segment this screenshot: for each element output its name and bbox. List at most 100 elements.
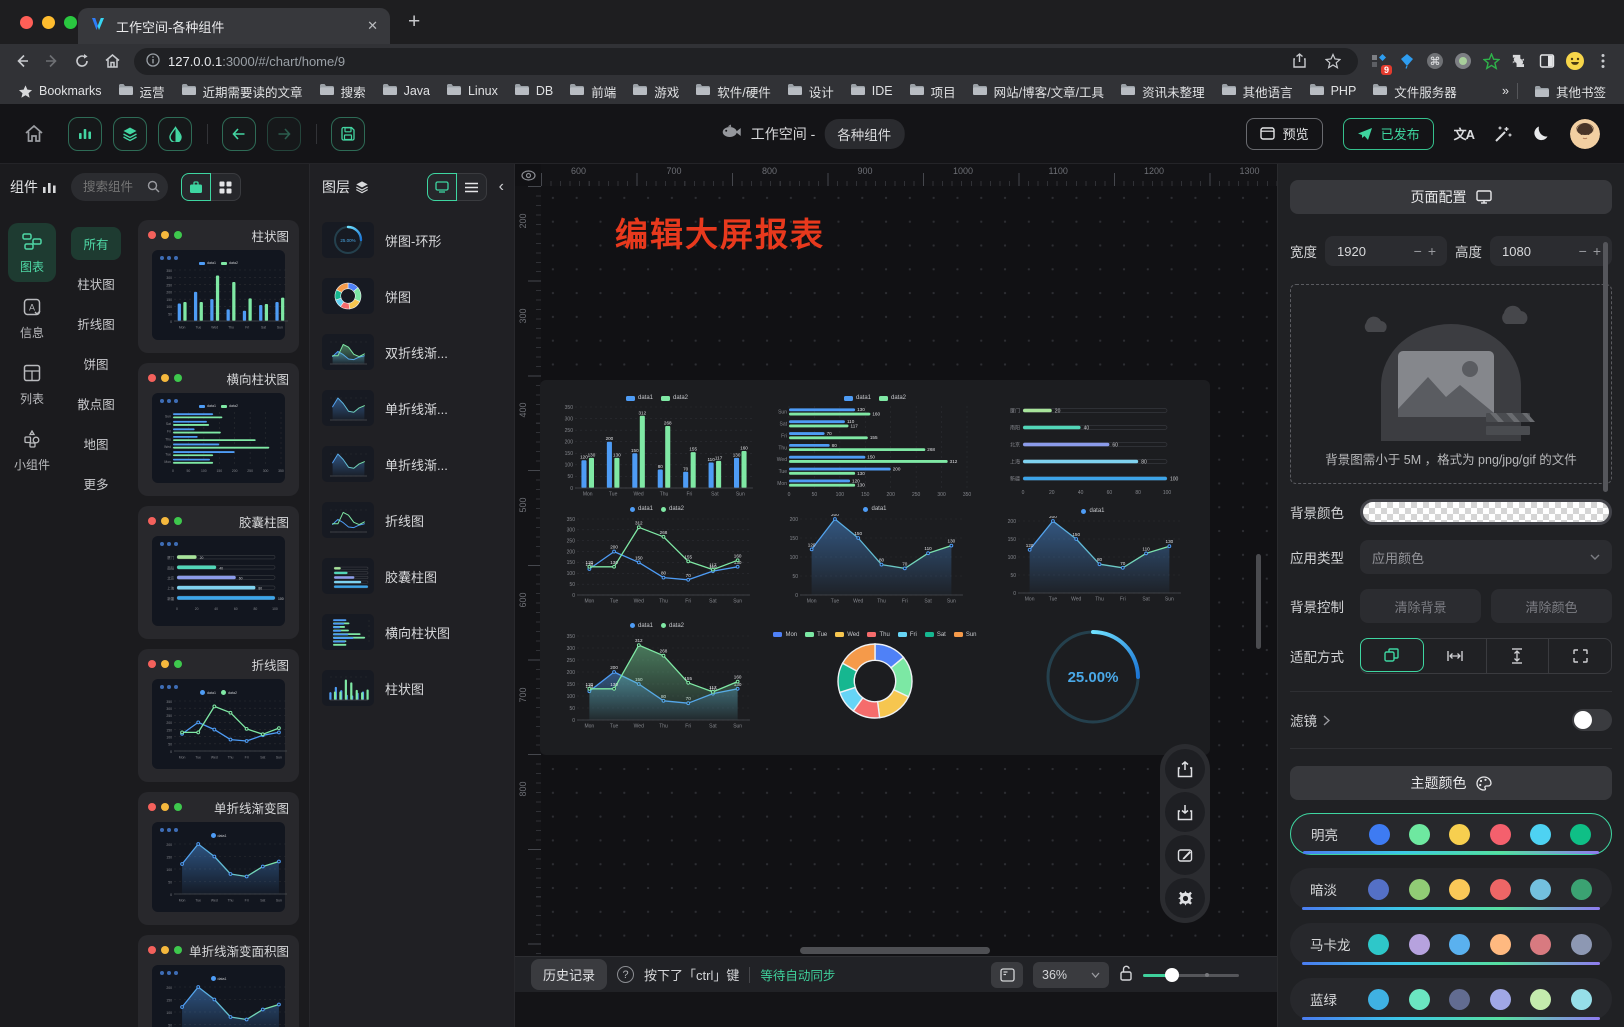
project-name-pill[interactable]: 各种组件: [824, 119, 904, 149]
canvas-chart-bar[interactable]: data1data2050100150200250300350120200150…: [548, 390, 766, 504]
canvas-horizontal-scrollbar[interactable]: [800, 947, 990, 954]
bookmark-folder[interactable]: 项目: [901, 82, 964, 101]
shortcut-panel-icon[interactable]: [991, 962, 1023, 988]
sidebar-tab-图表[interactable]: 图表: [8, 223, 56, 282]
layer-item[interactable]: 横向柱状图: [310, 604, 514, 660]
extensions-puzzle-icon[interactable]: [1506, 48, 1532, 74]
bookmarks-root[interactable]: Bookmarks: [10, 84, 110, 99]
export-button[interactable]: [1165, 749, 1205, 789]
fit-full-icon[interactable]: [1549, 639, 1611, 673]
new-tab-button[interactable]: +: [408, 4, 420, 40]
sidebar-tab-小组件[interactable]: 小组件: [8, 421, 56, 480]
category-item-所有[interactable]: 所有: [71, 227, 121, 260]
component-card[interactable]: 单折线渐变图data1050100150200MonTueWedThuFriSa…: [138, 792, 299, 925]
canvas-chart-line-single[interactable]: data10501001502001202001508070110130MonT…: [766, 504, 984, 608]
split-view-icon[interactable]: [1534, 48, 1560, 74]
recorder-extension-icon[interactable]: [1450, 48, 1476, 74]
clear-color-button[interactable]: 清除颜色: [1491, 589, 1612, 623]
bookmark-folder[interactable]: 运营: [110, 82, 173, 101]
bookmark-folder[interactable]: 文件服务器: [1364, 82, 1465, 101]
sidebar-tab-信息[interactable]: A信息: [8, 289, 56, 348]
scale-auto-icon[interactable]: [1360, 638, 1424, 672]
help-icon[interactable]: ?: [617, 966, 634, 983]
bookmark-folder[interactable]: 搜索: [311, 82, 374, 101]
canvas-chart-hbar[interactable]: data1data2050100150200250300350130160Sun…: [766, 390, 984, 504]
charts-group-panel[interactable]: data1data2050100150200250300350120200150…: [540, 380, 1210, 755]
bookmark-folder[interactable]: 其他语言: [1213, 82, 1301, 101]
publish-button[interactable]: 已发布: [1343, 118, 1434, 150]
ruler-eye-icon[interactable]: [515, 164, 541, 186]
tab-close-icon[interactable]: ✕: [367, 18, 378, 34]
app-home-icon[interactable]: [24, 124, 44, 143]
canvas-chart-ring[interactable]: 25.00%: [984, 608, 1202, 745]
star-extension-icon[interactable]: [1478, 48, 1504, 74]
height-minus-button[interactable]: −: [1576, 243, 1590, 259]
layer-item[interactable]: 柱状图: [310, 660, 514, 716]
width-minus-button[interactable]: −: [1411, 243, 1425, 259]
layer-item[interactable]: 双折线渐...: [310, 324, 514, 380]
layer-item[interactable]: 单折线渐...: [310, 380, 514, 436]
command-extension-icon[interactable]: ⌘: [1422, 48, 1448, 74]
height-plus-button[interactable]: +: [1590, 243, 1604, 259]
charts-panel-toggle-button[interactable]: [68, 117, 102, 151]
category-item-散点图[interactable]: 散点图: [71, 387, 121, 420]
bookmarks-overflow-chevron[interactable]: »: [1502, 84, 1509, 98]
canvas-heading-text[interactable]: 编辑大屏报表: [615, 208, 825, 256]
bookmark-folder[interactable]: 近期需要读的文章: [173, 82, 311, 101]
background-upload-dropzone[interactable]: 背景图需小于 5M ，格式为 png/jpg/gif 的文件: [1290, 284, 1612, 484]
canvas-chart-area-double[interactable]: data1data2050100150200250300350120200150…: [548, 608, 766, 745]
bookmark-folder[interactable]: 游戏: [624, 82, 687, 101]
forward-icon[interactable]: [38, 48, 66, 74]
settings-gear-icon[interactable]: [1165, 878, 1205, 918]
theme-row-马卡龙[interactable]: 马卡龙: [1290, 923, 1612, 965]
category-item-饼图[interactable]: 饼图: [71, 347, 121, 380]
theme-row-暗淡[interactable]: 暗淡: [1290, 868, 1612, 910]
canvas-chart-line-double[interactable]: data1data2050100150200250300350120200150…: [548, 504, 766, 608]
zoom-slider-knob[interactable]: [1165, 968, 1179, 982]
bookmark-folder[interactable]: DB: [506, 82, 561, 101]
share-icon[interactable]: [1286, 48, 1312, 74]
edit-button[interactable]: [1165, 835, 1205, 875]
kite-extension-icon[interactable]: [1394, 48, 1420, 74]
category-item-柱状图[interactable]: 柱状图: [71, 267, 121, 300]
filter-toggle[interactable]: [1572, 709, 1612, 731]
close-window-button[interactable]: [20, 16, 33, 29]
unlock-icon[interactable]: [1119, 965, 1133, 984]
home-icon[interactable]: [98, 48, 126, 74]
collapse-layers-chevron[interactable]: ‹: [493, 178, 506, 196]
component-card[interactable]: 折线图data1data2050100150200250300350MonTue…: [138, 649, 299, 782]
bookmark-folder[interactable]: 资讯未整理: [1112, 82, 1213, 101]
details-panel-toggle-button[interactable]: [158, 117, 192, 151]
preview-button[interactable]: 预览: [1246, 118, 1323, 150]
bookmark-folder[interactable]: 软件/硬件: [687, 82, 778, 101]
design-canvas[interactable]: 6007008009001000110012001300 20030040050…: [515, 164, 1277, 1027]
bookmark-folder[interactable]: PHP: [1301, 82, 1365, 101]
magic-wand-icon[interactable]: [1494, 125, 1512, 143]
user-avatar[interactable]: [1570, 119, 1600, 149]
zoom-level-select[interactable]: 36%: [1033, 962, 1109, 988]
background-color-swatch[interactable]: [1360, 499, 1612, 525]
layer-item[interactable]: 饼图: [310, 268, 514, 324]
bookmark-folder[interactable]: Java: [374, 82, 438, 101]
layer-list-view-toggle[interactable]: [457, 173, 487, 201]
layer-item[interactable]: 25.00%饼图-环形: [310, 212, 514, 268]
category-item-地图[interactable]: 地图: [71, 427, 121, 460]
layers-panel-toggle-button[interactable]: [113, 117, 147, 151]
layer-item[interactable]: 胶囊柱图: [310, 548, 514, 604]
fit-width-icon[interactable]: [1424, 639, 1487, 673]
layer-item[interactable]: 单折线渐...: [310, 436, 514, 492]
width-stepper[interactable]: 1920 − +: [1325, 236, 1447, 266]
apply-type-select[interactable]: 应用颜色: [1360, 540, 1612, 574]
reload-icon[interactable]: [68, 48, 96, 74]
language-icon[interactable]: 文A: [1454, 124, 1474, 143]
fit-height-icon[interactable]: [1487, 639, 1550, 673]
extension-grid-icon[interactable]: 9: [1366, 48, 1392, 74]
bookmark-folder[interactable]: Linux: [438, 82, 506, 101]
page-config-header[interactable]: 页面配置: [1290, 180, 1612, 214]
other-bookmarks[interactable]: 其他书签: [1526, 82, 1614, 101]
site-info-icon[interactable]: [146, 53, 160, 70]
fullscreen-window-button[interactable]: [64, 16, 77, 29]
single-view-toggle[interactable]: [181, 173, 211, 201]
category-item-折线图[interactable]: 折线图: [71, 307, 121, 340]
url-bar[interactable]: 127.0.0.1:3000/#/chart/home/9: [134, 48, 1358, 75]
